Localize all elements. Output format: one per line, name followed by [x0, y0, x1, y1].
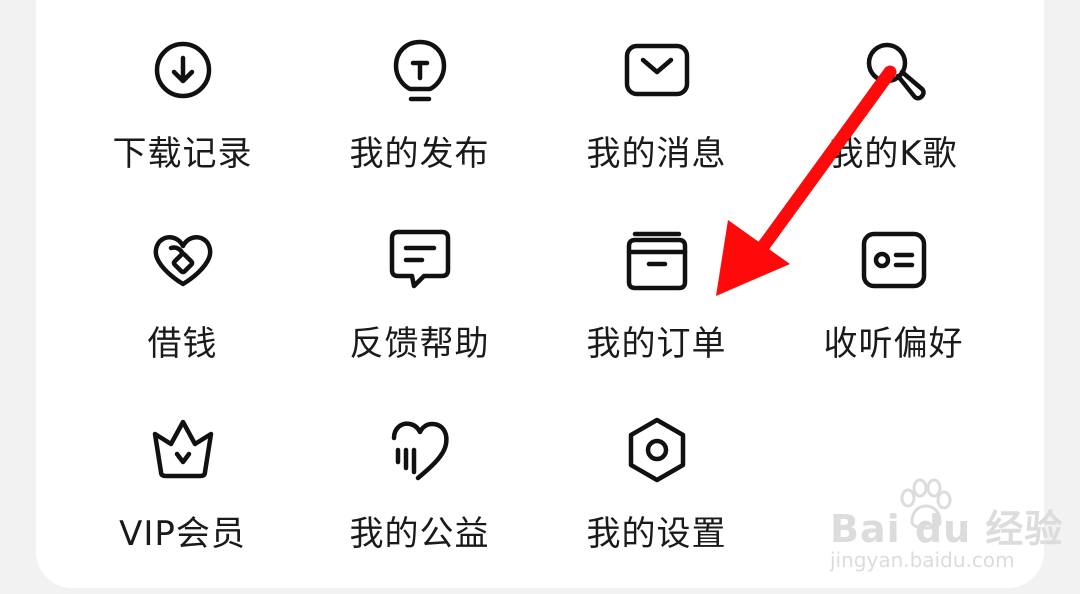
envelope-icon [621, 34, 693, 106]
menu-item-my-posts[interactable]: 我的发布 [301, 0, 538, 180]
menu-item-borrow-money[interactable]: 借钱 [64, 190, 301, 370]
folder-icon [621, 224, 693, 296]
menu-item-label: 我的设置 [586, 514, 727, 554]
menu-item-vip-membership[interactable]: VIP会员 [64, 380, 301, 560]
menu-item-listening-preferences[interactable]: 收听偏好 [775, 190, 1012, 370]
menu-item-label: 我的订单 [586, 324, 727, 364]
watermark: Bai du 经验 jingyan.baidu.com [826, 478, 1062, 578]
download-icon [147, 34, 219, 106]
menu-item-label: 我的消息 [586, 134, 727, 174]
coin-icon [147, 224, 219, 296]
menu-item-label: 下载记录 [112, 134, 253, 174]
menu-item-download-records[interactable]: 下载记录 [64, 0, 301, 180]
lightbulb-icon [384, 34, 456, 106]
menu-item-my-messages[interactable]: 我的消息 [538, 0, 775, 180]
crown-icon [147, 414, 219, 486]
settings-icon [621, 414, 693, 486]
menu-item-my-karaoke[interactable]: 我的K歌 [775, 0, 1012, 180]
menu-item-feedback-help[interactable]: 反馈帮助 [301, 190, 538, 370]
menu-item-label: 我的K歌 [829, 134, 958, 174]
watermark-brand: Bai du 经验 [830, 507, 1064, 551]
menu-item-label: 我的公益 [349, 514, 490, 554]
menu-item-my-charity[interactable]: 我的公益 [301, 380, 538, 560]
watermark-url: jingyan.baidu.com [830, 548, 1015, 572]
menu-item-my-orders[interactable]: 我的订单 [538, 190, 775, 370]
chat-bubble-icon [384, 224, 456, 296]
menu-item-my-settings[interactable]: 我的设置 [538, 380, 775, 560]
menu-item-label: 收听偏好 [823, 324, 964, 364]
microphone-icon [858, 34, 930, 106]
heart-icon [384, 414, 456, 486]
id-card-icon [858, 224, 930, 296]
menu-item-label: VIP会员 [119, 514, 246, 554]
menu-item-label: 反馈帮助 [349, 324, 490, 364]
menu-item-label: 我的发布 [349, 134, 490, 174]
menu-item-label: 借钱 [147, 324, 218, 364]
